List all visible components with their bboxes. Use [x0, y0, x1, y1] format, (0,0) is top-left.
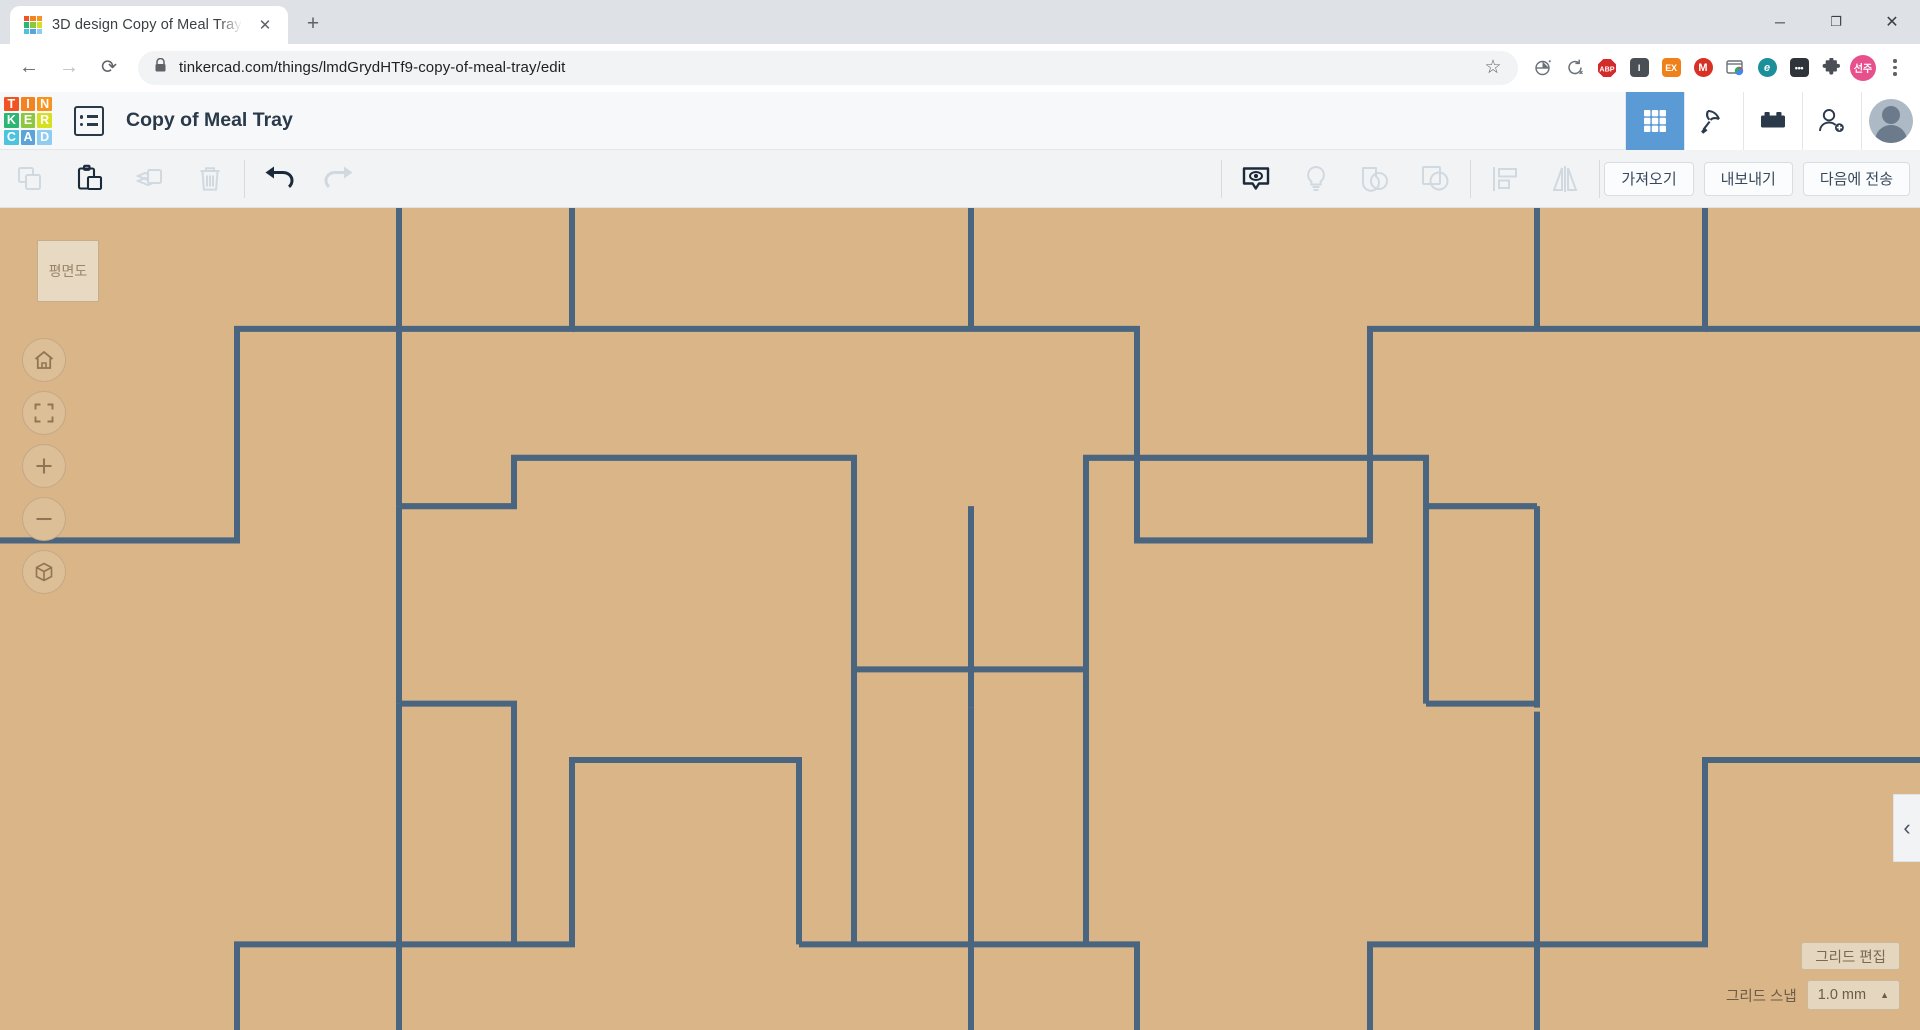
viewport-nav-controls	[22, 338, 66, 594]
mirror-button[interactable]	[1535, 150, 1595, 208]
home-view-button[interactable]	[22, 338, 66, 382]
profile-avatar-initials: 선주	[1850, 55, 1876, 81]
delete-button[interactable]	[180, 150, 240, 208]
tinkercad-logo[interactable]: T I N K E R C A D	[4, 97, 52, 145]
edge-extension[interactable]: e	[1752, 53, 1782, 83]
close-tab-icon[interactable]: ✕	[252, 12, 278, 38]
edge-extension-badge: e	[1758, 58, 1777, 77]
3d-viewport[interactable]: 평면도 ‹	[0, 208, 1920, 1030]
view-cube-label: 평면도	[49, 261, 88, 281]
chrome-menu-button[interactable]	[1880, 53, 1910, 83]
toolbar-divider-4	[1599, 160, 1600, 198]
tab-title: 3D design Copy of Meal Tray |	[52, 17, 242, 33]
logo-tile-k: K	[4, 113, 19, 128]
logo-tile-a: A	[21, 130, 36, 145]
edit-grid-button[interactable]: 그리드 편집	[1801, 942, 1900, 970]
mouse-gesture-extension[interactable]	[1528, 53, 1558, 83]
minimize-window-button[interactable]: ─	[1752, 0, 1808, 44]
align-button[interactable]	[1475, 150, 1535, 208]
profile-avatar[interactable]: 선주	[1848, 53, 1878, 83]
copy-button[interactable]	[0, 150, 60, 208]
logo-tile-c: C	[4, 130, 19, 145]
tinkercad-app: T I N K E R C A D Copy of Meal Tray	[0, 92, 1920, 1030]
tinkercad-header: T I N K E R C A D Copy of Meal Tray	[0, 92, 1920, 150]
redo-button[interactable]	[309, 150, 369, 208]
import-button[interactable]: 가져오기	[1604, 162, 1693, 196]
right-panel-toggle[interactable]: ‹	[1893, 794, 1920, 862]
adblock-plus-extension[interactable]: ABP	[1592, 53, 1622, 83]
bookmark-star-icon[interactable]: ☆	[1480, 55, 1506, 81]
window-controls: ─ ❐ ✕	[1752, 0, 1920, 44]
gmail-extension-badge: M	[1694, 58, 1713, 77]
extensions-bar: ABP I EX M e ••• 선주	[1528, 53, 1910, 83]
fit-to-view-button[interactable]	[22, 391, 66, 435]
paste-button[interactable]	[60, 150, 120, 208]
evernote-extension[interactable]: I	[1624, 53, 1654, 83]
close-window-button[interactable]: ✕	[1864, 0, 1920, 44]
puzzle-extensions-icon[interactable]	[1816, 53, 1846, 83]
ex-extension[interactable]: EX	[1656, 53, 1686, 83]
toolbar-divider-3	[1470, 160, 1471, 198]
logo-tile-t: T	[4, 97, 19, 112]
window-capture-extension[interactable]	[1720, 53, 1750, 83]
page-title: Copy of Meal Tray	[126, 109, 293, 132]
grid-snap-value: 1.0 mm	[1818, 987, 1866, 1003]
edit-toolbar: 가져오기 내보내기 다음에 전송	[0, 150, 1920, 208]
reload-button[interactable]: ⟳	[90, 49, 128, 87]
workplane-shape-outline	[0, 208, 1920, 1030]
ungroup-button[interactable]	[1406, 150, 1466, 208]
group-button[interactable]	[1346, 150, 1406, 208]
export-button[interactable]: 내보내기	[1704, 162, 1793, 196]
logo-tile-n: N	[37, 97, 52, 112]
new-tab-button[interactable]: +	[296, 7, 330, 41]
chevron-left-icon: ‹	[1903, 815, 1910, 841]
send-to-button[interactable]: 다음에 전송	[1803, 162, 1910, 196]
grid-snap-control: 그리드 스냅 1.0 mm ▲	[1726, 980, 1900, 1010]
logo-tile-d: D	[37, 130, 52, 145]
header-actions	[1625, 92, 1920, 150]
browser-window: 3D design Copy of Meal Tray | ✕ + ─ ❐ ✕ …	[0, 0, 1920, 1030]
duplicate-button[interactable]	[120, 150, 180, 208]
reload-extension[interactable]	[1560, 53, 1590, 83]
user-avatar[interactable]	[1861, 92, 1920, 150]
logo-tile-r: R	[37, 113, 52, 128]
blocks-view-button[interactable]	[1625, 92, 1684, 150]
ex-extension-badge: EX	[1662, 58, 1681, 77]
show-hide-button[interactable]	[1226, 150, 1286, 208]
evernote-extension-badge: I	[1630, 58, 1649, 77]
tinkercad-favicon	[24, 16, 42, 34]
svg-text:ABP: ABP	[1599, 64, 1614, 73]
maximize-window-button[interactable]: ❐	[1808, 0, 1864, 44]
forward-button[interactable]: →	[50, 49, 88, 87]
edit-grid-label: 그리드 편집	[1815, 946, 1886, 967]
gmail-extension[interactable]: M	[1688, 53, 1718, 83]
lock-icon	[154, 58, 167, 78]
browser-tab[interactable]: 3D design Copy of Meal Tray | ✕	[10, 6, 288, 44]
dots-extension[interactable]: •••	[1784, 53, 1814, 83]
grid-snap-label: 그리드 스냅	[1726, 985, 1797, 1006]
zoom-in-button[interactable]	[22, 444, 66, 488]
tab-strip: 3D design Copy of Meal Tray | ✕ + ─ ❐ ✕	[0, 0, 1920, 44]
perspective-toggle-button[interactable]	[22, 550, 66, 594]
view-cube[interactable]: 평면도	[37, 240, 99, 302]
light-button[interactable]	[1286, 150, 1346, 208]
project-menu-icon[interactable]	[74, 106, 104, 136]
url-text[interactable]: tinkercad.com/things/lmdGrydHTf9-copy-of…	[179, 59, 1468, 76]
toolbar-divider-2	[1221, 160, 1222, 198]
caret-up-icon: ▲	[1880, 990, 1889, 1000]
logo-tile-e: E	[21, 113, 36, 128]
grid-snap-select[interactable]: 1.0 mm ▲	[1807, 980, 1900, 1010]
undo-button[interactable]	[249, 150, 309, 208]
omnibox-row: ← → ⟳ tinkercad.com/things/lmdGrydHTf9-c…	[0, 44, 1920, 92]
address-bar[interactable]: tinkercad.com/things/lmdGrydHTf9-copy-of…	[138, 51, 1518, 85]
dots-extension-badge: •••	[1790, 58, 1809, 77]
lego-bricks-button[interactable]	[1743, 92, 1802, 150]
minecraft-button[interactable]	[1684, 92, 1743, 150]
toolbar-divider	[244, 160, 245, 198]
logo-tile-i: I	[21, 97, 36, 112]
invite-people-button[interactable]	[1802, 92, 1861, 150]
back-button[interactable]: ←	[10, 49, 48, 87]
zoom-out-button[interactable]	[22, 497, 66, 541]
